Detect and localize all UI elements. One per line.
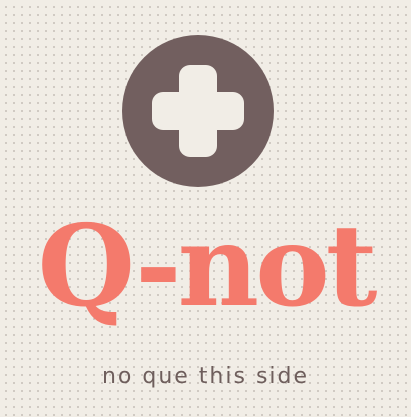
- tagline: no que this side: [101, 364, 310, 389]
- plus-icon: [152, 65, 244, 157]
- circle-badge: [122, 35, 274, 187]
- logo: Q-not no que this side: [0, 0, 411, 417]
- brand-name: Q-not: [37, 201, 377, 332]
